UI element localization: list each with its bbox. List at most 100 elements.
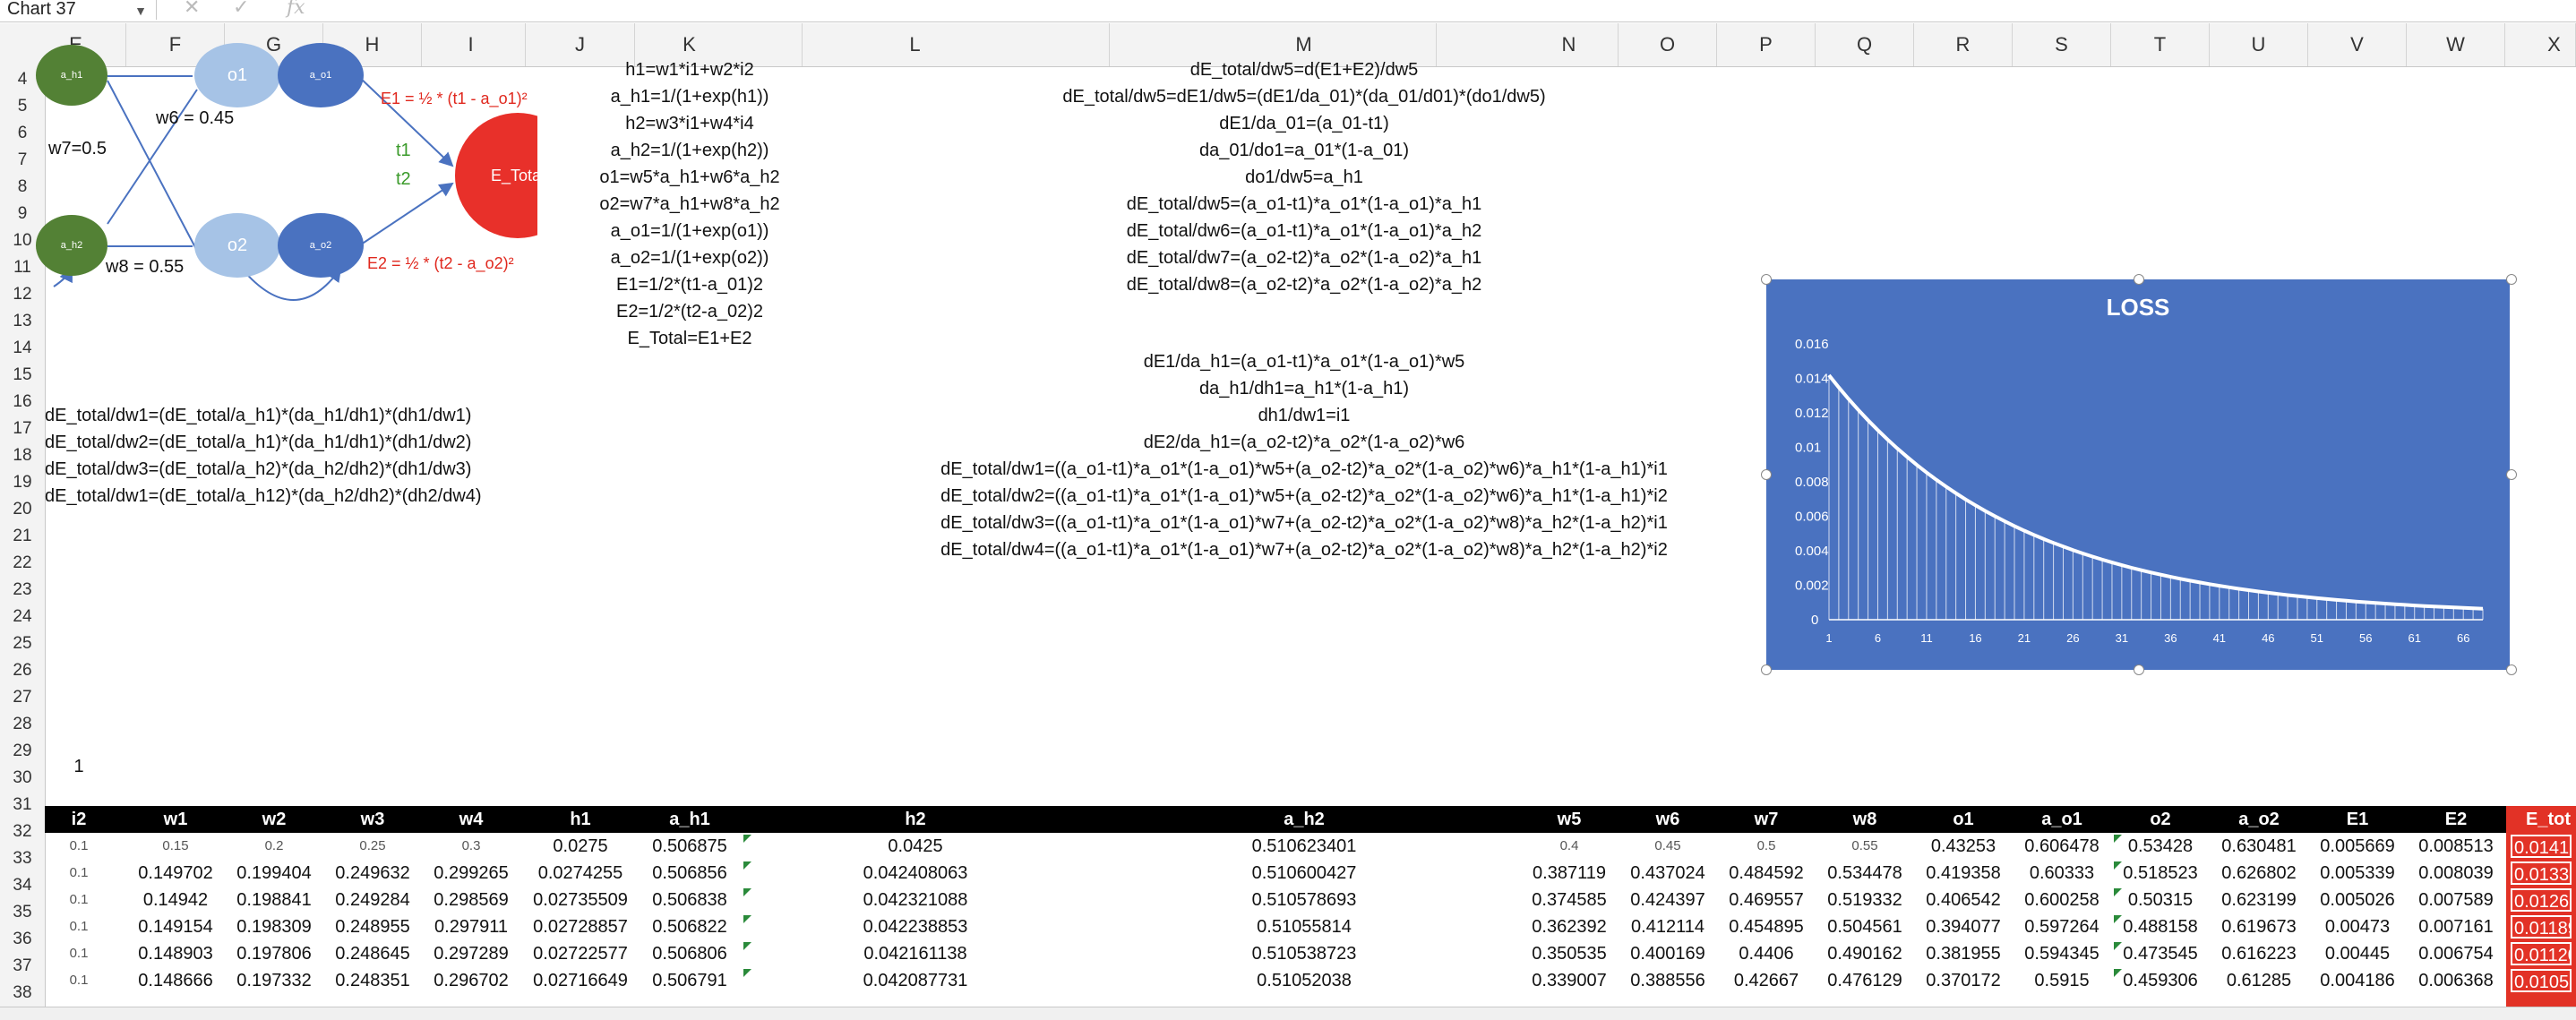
formula-cell[interactable]: a_h2=1/(1+exp(h2)) — [611, 138, 769, 163]
resize-handle[interactable] — [2506, 469, 2517, 480]
table-cell[interactable]: 0.506822 — [652, 913, 726, 940]
table-cell[interactable]: 0.350535 — [1532, 940, 1606, 967]
table-header-a-o1[interactable]: a_o1 — [2041, 806, 2082, 833]
formula-cell[interactable]: dE_total/dw5=dE1/dw5=(dE1/da_01)*(da_01/… — [1062, 84, 1545, 109]
row-header-26[interactable]: 26 — [0, 657, 45, 684]
table-cell[interactable]: 0.419358 — [1926, 860, 2000, 887]
row-header-25[interactable]: 25 — [0, 630, 45, 657]
row-header-21[interactable]: 21 — [0, 523, 45, 550]
table-cell[interactable]: 0.006368 — [2418, 967, 2493, 994]
row-header-27[interactable]: 27 — [0, 684, 45, 711]
resize-handle[interactable] — [2134, 274, 2144, 285]
table-cell[interactable]: 0.005669 — [2320, 833, 2394, 860]
table-cell[interactable]: 0.51052038 — [1257, 967, 1352, 994]
table-cell[interactable]: 0.042238853 — [863, 913, 968, 940]
formula-cell[interactable]: h1=w1*i1+w2*i2 — [625, 57, 753, 82]
formula-cell[interactable]: dE_total/dw7=(a_o2-t2)*a_o2*(1-a_o2)*a_h… — [1127, 245, 1481, 270]
formula-cell[interactable]: dE_total/dw1=((a_o1-t1)*a_o1*(1-a_o1)*w5… — [940, 457, 1668, 482]
formula-cell[interactable]: dE1/da_01=(a_01-t1) — [1219, 111, 1389, 136]
table-cell[interactable]: 0.504561 — [1827, 913, 1902, 940]
table-cell[interactable]: 0.53428 — [2128, 833, 2193, 860]
table-cell[interactable]: 0.412114 — [1631, 913, 1704, 940]
table-cell[interactable]: 0.454895 — [1729, 913, 1803, 940]
e-total-cell[interactable]: 0.01120 — [2511, 942, 2572, 965]
table-cell[interactable]: 0.149154 — [138, 913, 212, 940]
table-cell[interactable]: 0.1 — [70, 913, 89, 940]
row-header-34[interactable]: 34 — [0, 872, 45, 899]
formula-cell[interactable]: a_o2=1/(1+exp(o2)) — [611, 245, 769, 270]
table-cell[interactable]: 0.1 — [70, 940, 89, 967]
table-cell[interactable]: 0.42667 — [1734, 967, 1799, 994]
formula-cell[interactable]: do1/dw5=a_h1 — [1245, 165, 1363, 190]
formula-cell[interactable]: E_Total=E1+E2 — [628, 326, 752, 351]
table-cell[interactable]: 0.148903 — [138, 940, 212, 967]
loss-chart[interactable]: LOSS 0 0.002 0.004 0.006 0.008 0.01 0.012 0.014 0… — [1766, 279, 2510, 670]
table-cell[interactable]: 0.296702 — [434, 967, 508, 994]
table-cell[interactable]: 0.25 — [359, 833, 385, 860]
table-cell[interactable]: 0.534478 — [1827, 860, 1902, 887]
formula-cell[interactable]: o1=w5*a_h1+w6*a_h2 — [599, 165, 779, 190]
table-cell[interactable]: 0.148666 — [138, 967, 212, 994]
error-indicator-icon[interactable] — [2114, 915, 2122, 923]
e-total-cell[interactable]: 0.01055 — [2511, 969, 2572, 992]
error-indicator-icon[interactable] — [743, 888, 751, 896]
error-indicator-icon[interactable] — [2114, 835, 2122, 843]
resize-handle[interactable] — [2134, 664, 2144, 675]
table-cell[interactable]: 0.249632 — [335, 860, 409, 887]
table-cell[interactable]: 0.600258 — [2024, 887, 2099, 913]
formula-cell[interactable]: dE1/da_h1=(a_o1-t1)*a_o1*(1-a_o1)*w5 — [1144, 349, 1465, 374]
table-cell[interactable]: 0.519332 — [1827, 887, 1902, 913]
table-cell[interactable]: 0.15 — [162, 833, 188, 860]
table-header-w5[interactable]: w5 — [1558, 806, 1582, 833]
table-cell[interactable]: 0.1 — [70, 887, 89, 913]
table-cell[interactable]: 0.007589 — [2418, 887, 2493, 913]
formula-cell[interactable]: E1=1/2*(t1-a_01)2 — [616, 272, 763, 297]
error-indicator-icon[interactable] — [743, 861, 751, 870]
formula-cell[interactable]: dE_total/dw3=(dE_total/a_h2)*(da_h2/dh2)… — [45, 457, 471, 482]
formula-cell[interactable]: dE_total/dw4=((a_o1-t1)*a_o1*(1-a_o1)*w7… — [940, 537, 1668, 562]
row-header-15[interactable]: 15 — [0, 362, 45, 389]
table-cell[interactable]: 0.149702 — [138, 860, 212, 887]
table-cell[interactable]: 0.14942 — [143, 887, 208, 913]
formula-cell[interactable]: dE2/da_h1=(a_o2-t2)*a_o2*(1-a_o2)*w6 — [1144, 430, 1465, 455]
column-header-s[interactable]: S — [2013, 23, 2111, 66]
error-indicator-icon[interactable] — [2114, 861, 2122, 870]
formula-cell[interactable]: dE_total/dw3=((a_o1-t1)*a_o1*(1-a_o1)*w7… — [940, 510, 1668, 536]
row-header-37[interactable]: 37 — [0, 953, 45, 980]
table-cell[interactable]: 0.1 — [70, 967, 89, 994]
table-cell[interactable]: 0.1 — [70, 833, 89, 860]
formula-cell[interactable]: dE_total/dw1=(dE_total/a_h12)*(da_h2/dh2… — [45, 484, 482, 509]
table-header-a-h2[interactable]: a_h2 — [1284, 806, 1325, 833]
formula-cell[interactable]: h2=w3*i1+w4*i4 — [625, 111, 753, 136]
resize-handle[interactable] — [1761, 664, 1772, 675]
table-cell[interactable]: 0.406542 — [1926, 887, 2000, 913]
table-header-e1[interactable]: E1 — [2347, 806, 2368, 833]
row-header-35[interactable]: 35 — [0, 899, 45, 926]
e-total-cell[interactable]: 0.01261 — [2511, 888, 2572, 912]
table-header-w8[interactable]: w8 — [1853, 806, 1877, 833]
formula-cell[interactable]: a_h1=1/(1+exp(h1)) — [611, 84, 769, 109]
table-cell[interactable]: 0.249284 — [335, 887, 409, 913]
formula-cell[interactable]: dE_total/dw1=(dE_total/a_h1)*(da_h1/dh1)… — [45, 403, 471, 428]
table-header-o1[interactable]: o1 — [1953, 806, 1973, 833]
error-indicator-icon[interactable] — [743, 835, 751, 843]
table-cell[interactable]: 0.197806 — [236, 940, 311, 967]
table-cell[interactable]: 0.02722577 — [533, 940, 628, 967]
table-cell[interactable]: 0.626802 — [2221, 860, 2296, 887]
column-header-n[interactable]: N — [1520, 23, 1619, 66]
error-indicator-icon[interactable] — [2114, 942, 2122, 950]
table-cell[interactable]: 0.370172 — [1926, 967, 2000, 994]
table-cell[interactable]: 0.007161 — [2418, 913, 2493, 940]
table-cell[interactable]: 0.60333 — [2030, 860, 2094, 887]
table-cell[interactable]: 0.198841 — [236, 887, 311, 913]
column-header-q[interactable]: Q — [1816, 23, 1914, 66]
table-cell[interactable]: 0.248645 — [335, 940, 409, 967]
table-header-w3[interactable]: w3 — [361, 806, 385, 833]
table-cell[interactable]: 0.299265 — [434, 860, 508, 887]
table-cell[interactable]: 0.616223 — [2221, 940, 2296, 967]
row-header-32[interactable]: 32 — [0, 819, 45, 845]
table-cell[interactable]: 0.484592 — [1729, 860, 1803, 887]
table-header-h1[interactable]: h1 — [570, 806, 590, 833]
table-cell[interactable]: 0.005026 — [2320, 887, 2394, 913]
table-header-w7[interactable]: w7 — [1755, 806, 1779, 833]
